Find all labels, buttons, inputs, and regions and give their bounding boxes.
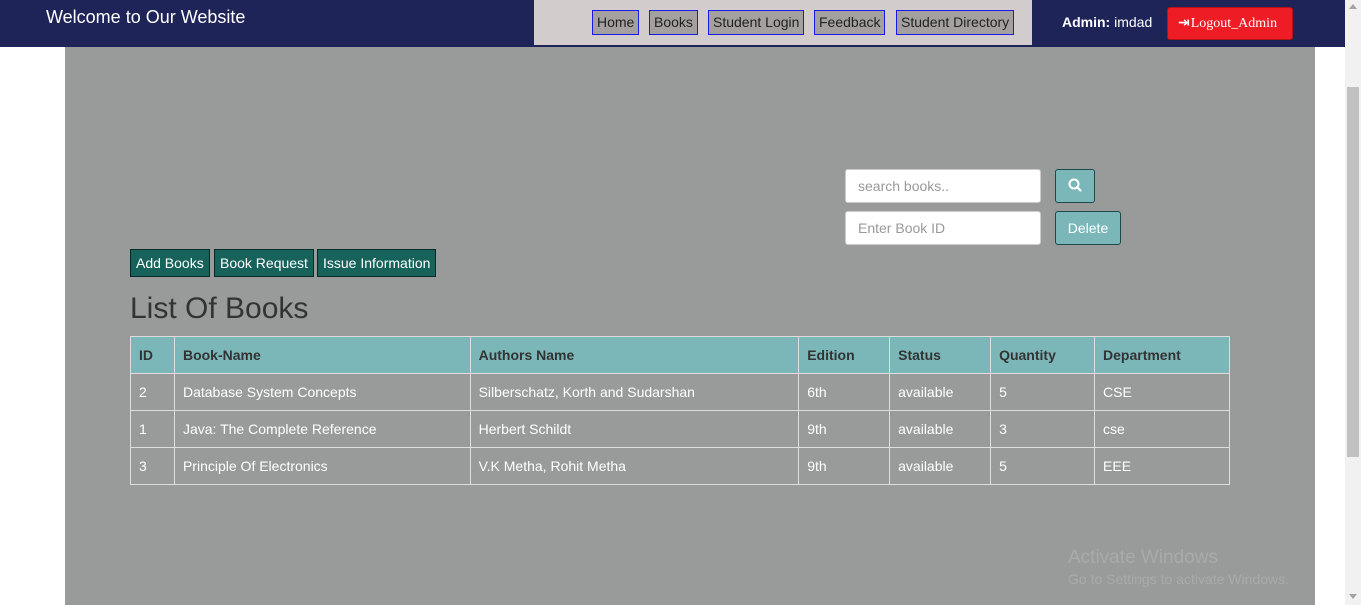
book-id-input[interactable] [845, 211, 1041, 245]
watermark-title: Activate Windows [1068, 547, 1218, 568]
cell-id: 2 [130, 373, 175, 411]
cell-book-name: Database System Concepts [173, 373, 471, 411]
issue-information-button[interactable]: Issue Information [317, 249, 437, 277]
nav-feedback-link[interactable]: Feedback [814, 10, 886, 35]
nav-student-login-link[interactable]: Student Login [708, 10, 805, 35]
cell-edition: 6th [798, 373, 891, 411]
search-icon [1068, 178, 1082, 192]
page-title: List Of Books [130, 292, 309, 325]
books-table: ID Book-Name Authors Name Edition Status… [130, 336, 1230, 485]
top-navbar: Welcome to Our Website Home Books Studen… [0, 0, 1345, 47]
nav-menu: Home Books Student Login Feedback Studen… [534, 0, 1032, 45]
scrollbar-thumb[interactable] [1347, 87, 1359, 457]
nav-home-link[interactable]: Home [592, 10, 640, 35]
nav-student-directory-link[interactable]: Student Directory [896, 10, 1015, 35]
cell-id: 1 [130, 410, 175, 448]
scroll-up-arrow-icon[interactable] [1349, 4, 1357, 9]
delete-button[interactable]: Delete [1055, 211, 1121, 245]
cell-status: available [889, 447, 992, 485]
admin-name: imdad [1114, 14, 1153, 30]
cell-status: available [889, 410, 992, 448]
nav-books-link[interactable]: Books [649, 10, 698, 35]
table-header-row: ID Book-Name Authors Name Edition Status… [130, 336, 1230, 374]
cell-authors-name: V.K Metha, Rohit Metha [469, 447, 800, 485]
admin-info: Admin: imdad [1062, 14, 1152, 30]
cell-department: CSE [1094, 373, 1230, 411]
column-header-authors-name: Authors Name [469, 336, 800, 374]
cell-quantity: 3 [990, 410, 1096, 448]
cell-book-name: Principle Of Electronics [173, 447, 471, 485]
cell-id: 3 [130, 447, 175, 485]
add-books-button[interactable]: Add Books [130, 249, 210, 277]
column-header-edition: Edition [798, 336, 891, 374]
cell-quantity: 5 [990, 447, 1096, 485]
cell-authors-name: Silberschatz, Korth and Sudarshan [469, 373, 800, 411]
cell-quantity: 5 [990, 373, 1096, 411]
cell-authors-name: Herbert Schildt [469, 410, 800, 448]
main-content [65, 47, 1315, 605]
scroll-down-arrow-icon[interactable] [1349, 594, 1357, 599]
logout-label: Logout_Admin [1190, 16, 1278, 31]
activate-windows-watermark: Activate Windows Go to Settings to activ… [1068, 547, 1289, 587]
table-row: 1 Java: The Complete Reference Herbert S… [130, 410, 1230, 448]
admin-label: Admin: [1062, 14, 1111, 30]
column-header-department: Department [1094, 336, 1230, 374]
table-row: 3 Principle Of Electronics V.K Metha, Ro… [130, 447, 1230, 485]
cell-edition: 9th [798, 447, 891, 485]
cell-department: EEE [1094, 447, 1230, 485]
watermark-subtitle: Go to Settings to activate Windows. [1068, 571, 1289, 587]
column-header-status: Status [889, 336, 992, 374]
column-header-book-name: Book-Name [173, 336, 471, 374]
logout-button[interactable]: ⇥Logout_Admin [1167, 7, 1293, 40]
cell-status: available [889, 373, 992, 411]
cell-book-name: Java: The Complete Reference [173, 410, 471, 448]
book-request-button[interactable]: Book Request [214, 249, 314, 277]
site-title: Welcome to Our Website [46, 7, 246, 27]
search-button[interactable] [1055, 169, 1095, 203]
sign-out-icon: ⇥ [1178, 15, 1190, 31]
column-header-quantity: Quantity [990, 336, 1096, 374]
search-input[interactable] [845, 169, 1041, 203]
table-row: 2 Database System Concepts Silberschatz,… [130, 373, 1230, 411]
cell-department: cse [1094, 410, 1230, 448]
cell-edition: 9th [798, 410, 891, 448]
column-header-id: ID [130, 336, 175, 374]
